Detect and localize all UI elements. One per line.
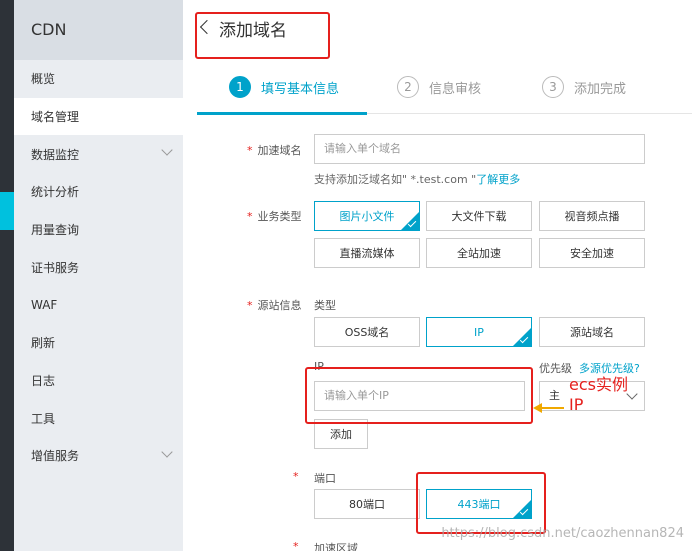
sidebar-item-tools[interactable]: 工具 xyxy=(14,399,183,437)
left-nav-strip xyxy=(0,0,14,551)
step-1: 1 填写基本信息 xyxy=(229,76,339,98)
step-label: 添加完成 xyxy=(574,81,627,97)
sidebar-item-certificate[interactable]: 证书服务 xyxy=(14,248,183,286)
origin-label: * 源站信息 xyxy=(247,297,302,313)
step-number: 1 xyxy=(229,76,251,98)
origin-label-text: 源站信息 xyxy=(257,299,302,312)
annotation-text-line1: ecs实例 xyxy=(569,375,628,394)
learn-more-link[interactable]: 了解更多 xyxy=(476,173,520,186)
origin-type-domain[interactable]: 源站域名 xyxy=(539,317,645,347)
business-option-large-download[interactable]: 大文件下载 xyxy=(426,201,532,231)
sidebar-item-domain-management[interactable]: 域名管理 xyxy=(14,97,183,136)
required-mark: * xyxy=(247,299,253,312)
check-icon xyxy=(519,334,529,344)
domain-label: * 加速域名 xyxy=(247,142,302,158)
business-type-label-text: 业务类型 xyxy=(257,210,302,223)
sidebar-item-label: 刷新 xyxy=(31,336,56,351)
sidebar-title: CDN xyxy=(14,0,183,60)
step-2: 2 信息审核 xyxy=(397,76,481,98)
priority-value: 主 xyxy=(549,389,560,402)
sidebar-item-statistics[interactable]: 统计分析 xyxy=(14,173,183,211)
annotation-box-port xyxy=(416,472,546,534)
domain-label-text: 加速域名 xyxy=(257,144,302,157)
origin-type-oss[interactable]: OSS域名 xyxy=(314,317,420,347)
required-mark: * xyxy=(247,210,253,223)
option-label: 图片小文件 xyxy=(339,210,395,223)
option-label: 源站域名 xyxy=(570,326,614,339)
region-label: 加速区域 xyxy=(314,542,358,551)
sidebar-item-label: WAF xyxy=(31,297,58,312)
domain-input[interactable]: 请输入单个域名 xyxy=(314,134,645,164)
business-type-label: * 业务类型 xyxy=(247,208,302,224)
origin-type-label: 类型 xyxy=(314,299,336,312)
business-option-vod[interactable]: 视音频点播 xyxy=(539,201,645,231)
sidebar-item-value-added[interactable]: 增值服务 xyxy=(14,437,183,475)
chevron-down-icon xyxy=(161,446,173,458)
left-nav-strip-accent xyxy=(0,192,14,230)
sidebar-item-label: 证书服务 xyxy=(31,260,80,275)
sidebar-item-label: 用量查询 xyxy=(31,223,80,238)
sidebar-item-usage-query[interactable]: 用量查询 xyxy=(14,211,183,249)
domain-hint: 支持添加泛域名如" *.test.com "了解更多 xyxy=(314,171,520,187)
sidebar-item-logs[interactable]: 日志 xyxy=(14,362,183,400)
annotation-box-ip xyxy=(305,367,533,424)
main-content: 添加域名 1 填写基本信息 2 信息审核 3 添加完成 * 加速域名 请输入单个域… xyxy=(183,0,692,551)
option-label: OSS域名 xyxy=(344,326,390,339)
chevron-down-icon xyxy=(626,388,638,400)
sidebar-item-overview[interactable]: 概览 xyxy=(14,60,183,98)
step-number: 3 xyxy=(542,76,564,98)
chevron-down-icon xyxy=(161,144,173,157)
priority-label-text: 优先级 xyxy=(539,362,572,375)
sidebar-item-label: 域名管理 xyxy=(31,110,80,125)
annotation-arrow-line xyxy=(540,407,564,409)
sidebar-item-label: 概览 xyxy=(31,72,56,87)
option-label: 大文件下载 xyxy=(451,210,507,223)
step-label: 信息审核 xyxy=(429,81,482,97)
check-icon xyxy=(407,218,417,228)
annotation-text-line2: IP xyxy=(569,395,584,414)
sidebar-item-label: 日志 xyxy=(31,373,56,388)
required-mark: * xyxy=(293,540,299,551)
business-option-full-site[interactable]: 全站加速 xyxy=(426,238,532,268)
sidebar-item-waf[interactable]: WAF xyxy=(14,286,183,324)
option-label: 直播流媒体 xyxy=(339,247,395,260)
sidebar-item-label: 增值服务 xyxy=(31,449,80,464)
priority-label: 优先级 多源优先级? xyxy=(539,360,640,376)
required-mark: * xyxy=(247,144,253,157)
active-step-underline xyxy=(197,112,367,115)
sidebar-item-label: 数据监控 xyxy=(31,147,80,162)
option-label: 安全加速 xyxy=(570,247,614,260)
sidebar-list: 概览 域名管理 数据监控 统计分析 用量查询 证书服务 WAF 刷新 日志 工具… xyxy=(14,60,183,475)
option-label: 全站加速 xyxy=(457,247,501,260)
step-3: 3 添加完成 xyxy=(542,76,626,98)
option-label: 视音频点播 xyxy=(564,210,620,223)
port-label: 端口 xyxy=(314,472,336,485)
annotation-text: ecs实例 IP xyxy=(569,375,628,415)
required-mark: * xyxy=(293,470,299,483)
sidebar-item-data-monitoring[interactable]: 数据监控 xyxy=(14,135,183,173)
business-option-small-files[interactable]: 图片小文件 xyxy=(314,201,420,231)
sidebar-item-refresh[interactable]: 刷新 xyxy=(14,324,183,362)
business-option-secure[interactable]: 安全加速 xyxy=(539,238,645,268)
port-option-80[interactable]: 80端口 xyxy=(314,489,420,519)
step-number: 2 xyxy=(397,76,419,98)
option-label: 80端口 xyxy=(349,498,385,511)
step-indicator: 1 填写基本信息 2 信息审核 3 添加完成 xyxy=(197,60,692,115)
region-required: * xyxy=(293,540,304,551)
step-label: 填写基本信息 xyxy=(261,81,340,97)
sidebar-item-label: 工具 xyxy=(31,411,56,426)
annotation-box-title xyxy=(195,12,330,59)
watermark-text: https://blog.csdn.net/caozhennan824 xyxy=(441,526,684,541)
page-header: 添加域名 xyxy=(183,0,692,59)
domain-hint-text: 支持添加泛域名如" *.test.com " xyxy=(314,173,477,186)
origin-type-ip[interactable]: IP xyxy=(426,317,532,347)
port-required: * xyxy=(293,470,304,483)
multi-origin-priority-link[interactable]: 多源优先级? xyxy=(579,362,640,375)
sidebar: CDN 概览 域名管理 数据监控 统计分析 用量查询 证书服务 WAF 刷新 日… xyxy=(14,0,183,551)
business-option-live-streaming[interactable]: 直播流媒体 xyxy=(314,238,420,268)
option-label: IP xyxy=(474,325,484,339)
sidebar-item-label: 统计分析 xyxy=(31,185,80,200)
